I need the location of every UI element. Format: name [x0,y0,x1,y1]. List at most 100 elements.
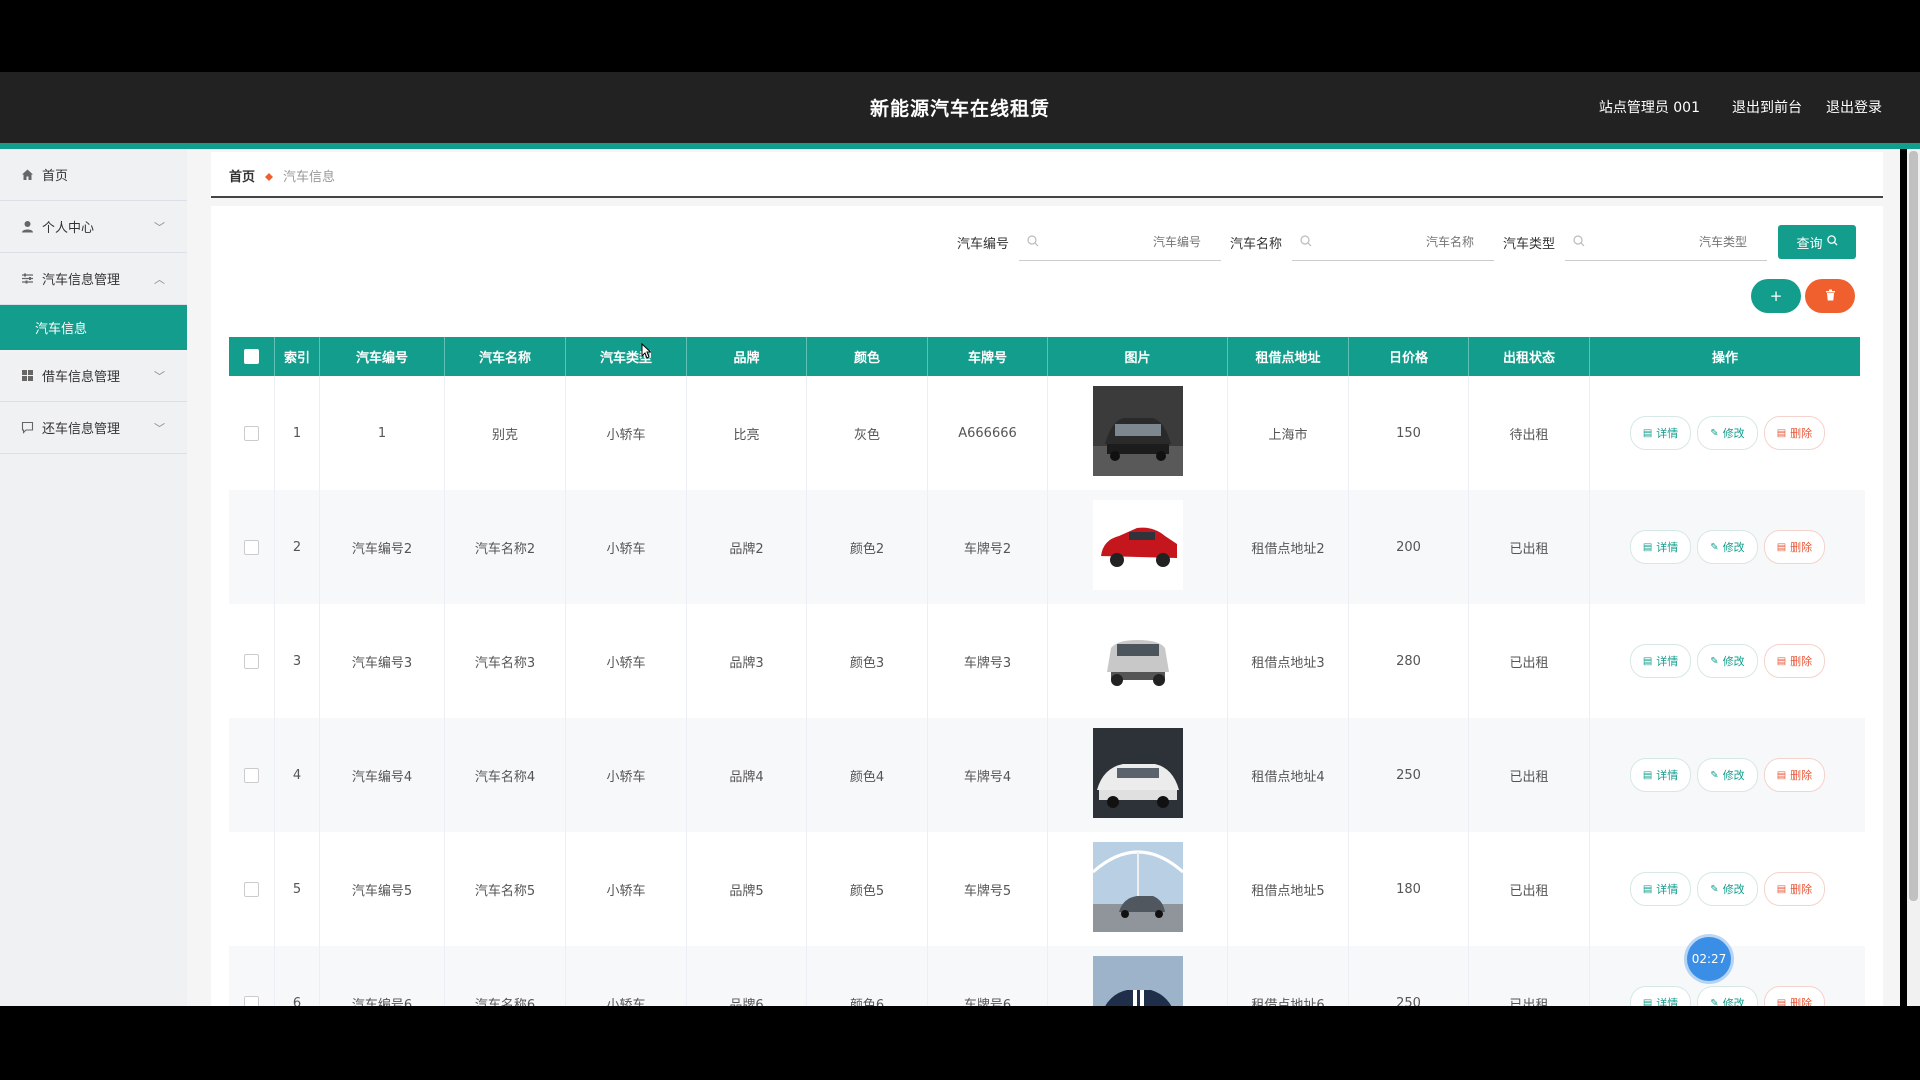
detail-button[interactable]: ▤ 详情 [1629,872,1692,906]
cell-idx: 2 [275,490,320,604]
cell-idx: 3 [275,604,320,718]
detail-button[interactable]: ▤ 详情 [1629,530,1692,564]
document-icon: ▤ [1642,655,1653,667]
add-button[interactable]: + [1751,279,1801,313]
cell-name: 汽车名称5 [445,832,566,946]
car-image-cell [1048,832,1228,946]
select-all-cell[interactable] [229,337,275,376]
search-field-name[interactable] [1292,222,1494,261]
search-icon [1826,234,1838,250]
cell-code: 汽车编号2 [320,490,445,604]
sidebar-item-borrow-mgmt[interactable]: 借车信息管理 ﹀ [0,350,187,402]
action-label: 修改 [1722,541,1745,554]
edit-button[interactable]: ✎ 修改 [1697,416,1758,450]
sidebar-item-return-mgmt[interactable]: 还车信息管理 ﹀ [0,402,187,454]
car-photo [1092,728,1183,822]
select-all-checkbox[interactable] [244,349,259,364]
cell-code: 汽车编号3 [320,604,445,718]
table-header: 索引 汽车编号 汽车名称 汽车类型 品牌 颜色 车牌号 图片 租借点地址 日价格… [229,337,1860,376]
search-field-code[interactable] [1019,222,1221,261]
table-row: 4 汽车编号4 汽车名称4 小轿车 品牌4 颜色4 车牌号4 租借点地址4 250 已出租 ▤ 详情 ✎… [229,718,1865,833]
row-select-cell [229,604,275,718]
row-select-cell [229,832,275,946]
row-checkbox[interactable] [244,767,259,783]
delete-button[interactable]: ▤ 删除 [1763,872,1826,906]
edit-button[interactable]: ✎ 修改 [1697,872,1758,906]
cell-status: 已出租 [1469,490,1590,604]
sidebar-item-car-info-mgmt[interactable]: 汽车信息管理 ︿ [0,253,187,305]
row-checkbox[interactable] [244,653,259,669]
edit-icon: ✎ [1710,883,1719,895]
cell-color: 灰色 [807,376,928,490]
row-checkbox[interactable] [244,425,259,441]
delete-button[interactable]: ▤ 删除 [1763,758,1826,792]
car-photo [1092,614,1183,708]
search-label-name: 汽车名称 [1230,237,1283,252]
search-label-type: 汽车类型 [1503,237,1556,252]
cell-type: 小轿车 [566,604,687,718]
mouse-cursor-icon [641,343,651,359]
user-icon [20,220,34,234]
sidebar-subitem-car-info[interactable]: 汽车信息 [0,305,187,350]
cell-brand: 品牌2 [687,490,807,604]
document-icon: ▤ [1642,427,1653,439]
chevron-down-icon: ﹀ [154,422,165,435]
search-field-type[interactable] [1565,222,1767,261]
edit-icon: ✎ [1710,427,1719,439]
search-input-type[interactable] [1595,230,1749,254]
cell-price: 250 [1349,718,1469,832]
cell-type: 小轿车 [566,376,687,490]
row-actions-cell: ▤ 详情 ✎ 修改 ▤ 删除 [1590,832,1865,946]
detail-button[interactable]: ▤ 详情 [1629,416,1692,450]
search-icon [1573,232,1585,251]
delete-button[interactable]: ▤ 删除 [1763,644,1826,678]
page-scrollbar[interactable] [1907,149,1920,1006]
edit-icon: ✎ [1710,655,1719,667]
delete-button[interactable]: ▤ 删除 [1763,530,1826,564]
batch-delete-button[interactable] [1805,279,1855,313]
action-label: 删除 [1790,655,1813,668]
car-photo [1092,386,1183,480]
row-checkbox[interactable] [244,881,259,897]
cell-name: 汽车名称3 [445,604,566,718]
sidebar-item-label: 个人中心 [42,221,95,236]
column-header: 操作 [1711,351,1738,366]
cell-brand: 品牌5 [687,832,807,946]
action-label: 删除 [1790,769,1813,782]
action-label: 修改 [1722,769,1745,782]
cell-status: 已出租 [1469,832,1590,946]
search-input-name[interactable] [1322,230,1476,254]
edit-button[interactable]: ✎ 修改 [1697,758,1758,792]
action-label: 详情 [1656,427,1679,440]
letterbox-bottom [0,1006,1920,1080]
grid-icon [20,369,34,383]
cell-type: 小轿车 [566,490,687,604]
row-checkbox[interactable] [244,539,259,555]
cell-addr: 租借点地址4 [1228,718,1349,832]
delete-button[interactable]: ▤ 删除 [1763,416,1826,450]
action-label: 修改 [1722,883,1745,896]
row-select-cell [229,490,275,604]
detail-button[interactable]: ▤ 详情 [1629,758,1692,792]
search-input-code[interactable] [1049,230,1203,254]
exit-to-front-link[interactable]: 退出到前台 [1732,97,1802,117]
row-actions-cell: ▤ 详情 ✎ 修改 ▤ 删除 [1590,376,1865,490]
search-button[interactable]: 查询 [1778,225,1856,259]
trash-icon: ▤ [1776,541,1787,553]
cell-color: 颜色4 [807,718,928,832]
column-header: 车牌号 [928,337,1048,376]
edit-icon: ✎ [1710,769,1719,781]
cell-price: 150 [1349,376,1469,490]
logout-link[interactable]: 退出登录 [1826,97,1882,117]
detail-button[interactable]: ▤ 详情 [1629,644,1692,678]
sidebar-item-home[interactable]: 首页 [0,149,187,201]
table-row: 1 1 别克 小轿车 比亮 灰色 A666666 上海市 150 待出租 ▤ 详情 ✎ 修改 ▤ 删除 [229,376,1865,491]
cell-type: 小轿车 [566,718,687,832]
scrollbar-thumb[interactable] [1909,151,1918,901]
car-image-cell [1048,490,1228,604]
edit-button[interactable]: ✎ 修改 [1697,644,1758,678]
edit-button[interactable]: ✎ 修改 [1697,530,1758,564]
sidebar-item-personal[interactable]: 个人中心 ﹀ [0,201,187,253]
cell-plate: 车牌号5 [928,832,1048,946]
breadcrumb-home[interactable]: 首页 [229,166,255,185]
